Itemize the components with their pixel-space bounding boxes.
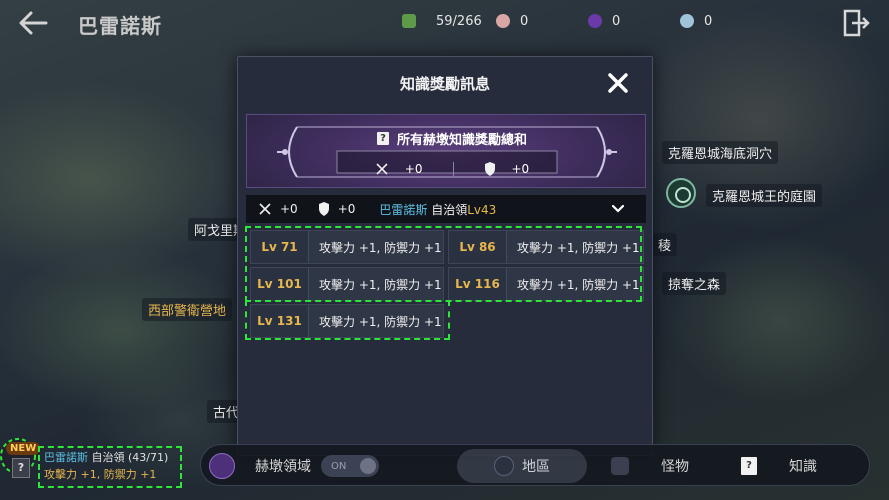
banner-heading: ? 所有赫墩知識獎勵總和 [342, 126, 562, 150]
purple-orb-value: 0 [612, 13, 621, 29]
crossed-swords-icon [376, 163, 388, 175]
crossed-swords-icon [259, 203, 271, 215]
region-tab-pill: 地區 [457, 449, 587, 483]
reward-level: Lv 71 [251, 231, 309, 263]
region-defense-value: +0 [337, 202, 356, 216]
tab-region[interactable]: 地區 [457, 445, 587, 487]
notification-region-progress: 自治領 (43/71) [88, 451, 169, 464]
reward-cell: Lv 116 攻擊力 +1, 防禦力 +1 [448, 267, 644, 301]
domain-toggle-group[interactable]: 赫墩領域 ON [209, 445, 379, 487]
reward-level: Lv 86 [449, 231, 507, 263]
pearl-value: 0 [520, 13, 529, 29]
toggle-label: ON [331, 460, 347, 472]
region-attack-value: +0 [280, 202, 298, 216]
reward-bonus: 攻擊力 +1, 防禦力 +1 [517, 277, 640, 292]
silver-coin-value: 0 [704, 13, 713, 29]
reward-bonus: 攻擊力 +1, 防禦力 +1 [319, 314, 442, 329]
shield-icon [318, 202, 329, 216]
map-label-plunder-forest[interactable]: 掠奪之森 [662, 272, 727, 295]
region-summary-bar[interactable]: +0 +0 巴雷諾斯 自治領Lv43 [246, 195, 646, 223]
domain-icon [209, 453, 235, 479]
resource-pearl[interactable]: 0 [496, 11, 528, 31]
knowledge-tab-label: 知識 [789, 459, 817, 475]
reward-level: Lv 116 [449, 268, 507, 300]
banner-heading-text: 所有赫墩知識獎勵總和 [396, 132, 527, 148]
purple-orb-icon [588, 14, 602, 28]
knowledge-doc-icon: ? [12, 458, 30, 478]
tab-knowledge[interactable]: ? 知識 [741, 445, 817, 487]
resource-explore-points[interactable]: 59/266 [402, 11, 482, 31]
resource-purple-orb[interactable]: 0 [588, 11, 620, 31]
reward-level: Lv 131 [251, 305, 309, 337]
new-badge: NEW [6, 442, 41, 455]
exit-button[interactable] [841, 8, 871, 38]
region-label: 巴雷諾斯 自治領Lv43 [379, 201, 496, 218]
banner-divider [452, 162, 454, 176]
reward-bonus: 攻擊力 +1, 防禦力 +1 [319, 277, 442, 292]
reward-bonus: 攻擊力 +1, 防禦力 +1 [319, 240, 442, 255]
region-level: Lv43 [467, 202, 497, 217]
notification-bonus: 攻擊力 +1, 防禦力 +1 [44, 468, 157, 481]
region-title: 巴雷諾斯 [78, 14, 162, 38]
tab-monster[interactable]: 怪物 [611, 445, 689, 487]
banner-attack-value: +0 [404, 162, 423, 176]
total-reward-banner: ? 所有赫墩知識獎勵總和 +0 +0 [246, 114, 646, 188]
pearl-icon [496, 14, 510, 28]
shield-icon [484, 162, 495, 176]
monster-icon [611, 457, 629, 475]
close-button[interactable] [606, 71, 630, 95]
notification-region-name: 巴雷諾斯 [44, 451, 88, 464]
exit-door-icon [843, 9, 870, 37]
reward-cell: Lv 86 攻擊力 +1, 防禦力 +1 [448, 230, 644, 264]
map-label-grotto[interactable]: 克羅恩城海底洞穴 [662, 141, 779, 164]
modal-title: 知識獎勵訊息 [399, 75, 490, 93]
back-arrow-icon [19, 11, 48, 35]
domain-toggle[interactable]: ON [321, 455, 379, 477]
region-name: 巴雷諾斯 [379, 202, 428, 217]
reward-cell: Lv 71 攻擊力 +1, 防禦力 +1 [250, 230, 444, 264]
knowledge-book-icon: ? [376, 131, 389, 145]
chevron-down-icon[interactable] [610, 201, 626, 217]
region-type: 自治領 [427, 202, 468, 217]
back-button[interactable] [16, 8, 50, 38]
domain-label: 赫墩領域 [255, 459, 311, 475]
top-bar: 巴雷諾斯 59/266 0 0 0 [0, 0, 889, 46]
monster-tab-label: 怪物 [661, 459, 689, 475]
map-label-royal-garden[interactable]: 克羅恩城王的庭園 [706, 184, 823, 207]
silver-coin-icon [680, 14, 694, 28]
reward-level: Lv 101 [251, 268, 309, 300]
garden-node-icon[interactable] [666, 178, 696, 208]
resource-silver-coin[interactable]: 0 [680, 11, 712, 31]
map-label-west-guard-camp[interactable]: 西部警衛營地 [142, 298, 233, 321]
reward-cell: Lv 101 攻擊力 +1, 防禦力 +1 [250, 267, 444, 301]
knowledge-book-icon: ? [741, 457, 757, 475]
globe-icon [494, 456, 514, 476]
map-label-right-edge[interactable]: 稜 [652, 233, 678, 256]
bottom-nav-bar: 赫墩領域 ON 地區 怪物 ? 知識 [200, 444, 870, 486]
reward-bonus: 攻擊力 +1, 防禦力 +1 [517, 240, 640, 255]
reward-cell: Lv 131 攻擊力 +1, 防禦力 +1 [250, 304, 444, 338]
banner-stats: +0 +0 [352, 159, 552, 179]
notification-text[interactable]: 巴雷諾斯 自治領 (43/71) 攻擊力 +1, 防禦力 +1 [44, 449, 168, 483]
green-gem-icon [402, 14, 416, 28]
region-tab-label: 地區 [522, 459, 550, 475]
knowledge-reward-modal: 知識獎勵訊息 ? 所有赫墩知識獎勵總和 +0 +0 +0 +0 巴雷諾斯 自治領… [237, 56, 653, 456]
banner-defense-value: +0 [511, 162, 530, 176]
close-icon [608, 73, 628, 93]
explore-points-value: 59/266 [436, 13, 482, 29]
